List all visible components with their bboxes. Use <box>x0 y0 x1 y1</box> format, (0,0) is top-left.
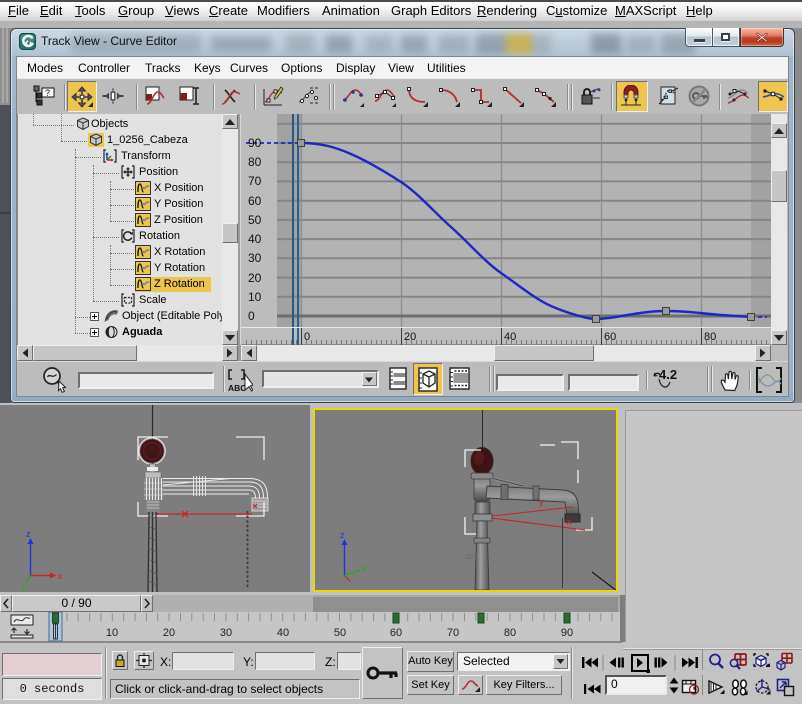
svg-text:40: 40 <box>248 232 262 246</box>
svg-text:?: ? <box>45 88 50 98</box>
svg-text:z: z <box>26 529 31 539</box>
svg-text:70: 70 <box>248 174 262 188</box>
svg-text:30: 30 <box>220 627 232 639</box>
svg-text:x: x <box>362 563 367 573</box>
svg-text:80: 80 <box>704 331 716 343</box>
svg-text:60: 60 <box>604 331 616 343</box>
svg-text:10: 10 <box>248 290 262 304</box>
svg-text:60: 60 <box>390 627 402 639</box>
svg-text:90: 90 <box>561 627 573 639</box>
svg-text:y: y <box>21 581 26 591</box>
svg-text:30: 30 <box>248 251 262 265</box>
svg-text:40: 40 <box>504 331 516 343</box>
svg-text:80: 80 <box>248 155 262 169</box>
svg-text:0: 0 <box>248 309 255 323</box>
svg-text:20: 20 <box>404 331 416 343</box>
svg-text:70: 70 <box>447 627 459 639</box>
svg-text:90: 90 <box>248 136 262 150</box>
svg-text:x: x <box>58 571 63 581</box>
svg-text:40: 40 <box>277 627 289 639</box>
svg-text:4.2: 4.2 <box>659 367 677 382</box>
svg-text:0: 0 <box>304 331 310 343</box>
svg-text:y: y <box>539 497 544 507</box>
svg-text:20: 20 <box>248 271 262 285</box>
svg-text:50: 50 <box>334 627 346 639</box>
svg-text:10: 10 <box>106 627 118 639</box>
svg-text:80: 80 <box>504 627 516 639</box>
svg-text:ABC: ABC <box>228 383 246 393</box>
svg-text:50: 50 <box>248 213 262 227</box>
svg-text:20: 20 <box>163 627 175 639</box>
svg-text:60: 60 <box>248 194 262 208</box>
svg-text:z: z <box>340 530 345 540</box>
